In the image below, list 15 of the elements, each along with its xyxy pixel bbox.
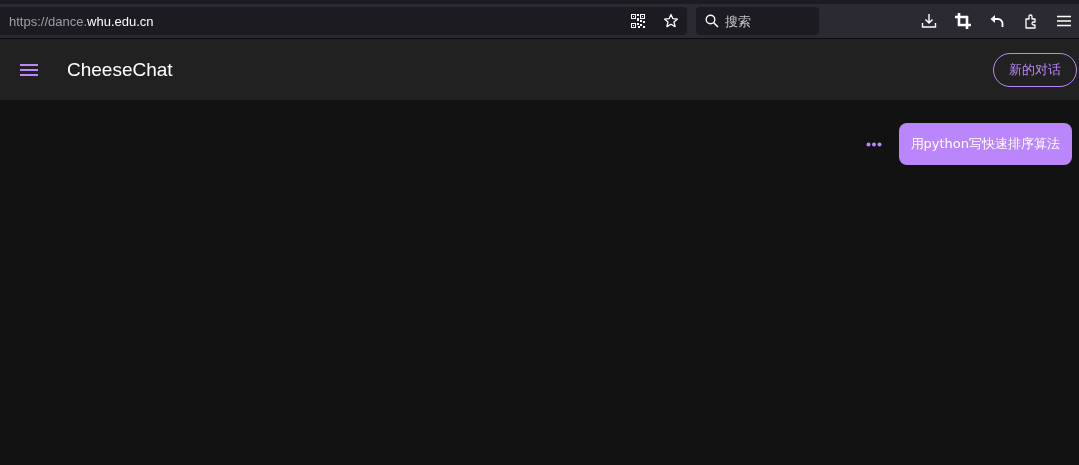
undo-arrow-icon[interactable] (989, 13, 1005, 29)
search-icon (705, 14, 719, 28)
address-bar[interactable]: https://dance.whu.edu.cn (0, 7, 687, 35)
url-scheme-host: https://dance. (9, 13, 88, 29)
url-domain: whu.edu.cn (87, 13, 154, 29)
crop-icon[interactable] (955, 13, 971, 29)
extensions-icon[interactable] (1023, 13, 1039, 29)
qr-code-icon[interactable] (631, 14, 645, 28)
menu-icon[interactable] (20, 62, 38, 77)
message-bubble: 用python写快速排序算法 (898, 123, 1072, 165)
star-icon[interactable] (663, 13, 679, 29)
download-icon[interactable] (921, 13, 937, 29)
search-field[interactable]: 搜索 (696, 7, 819, 35)
app-title: CheeseChat (67, 58, 173, 81)
more-options-icon[interactable] (865, 141, 882, 147)
